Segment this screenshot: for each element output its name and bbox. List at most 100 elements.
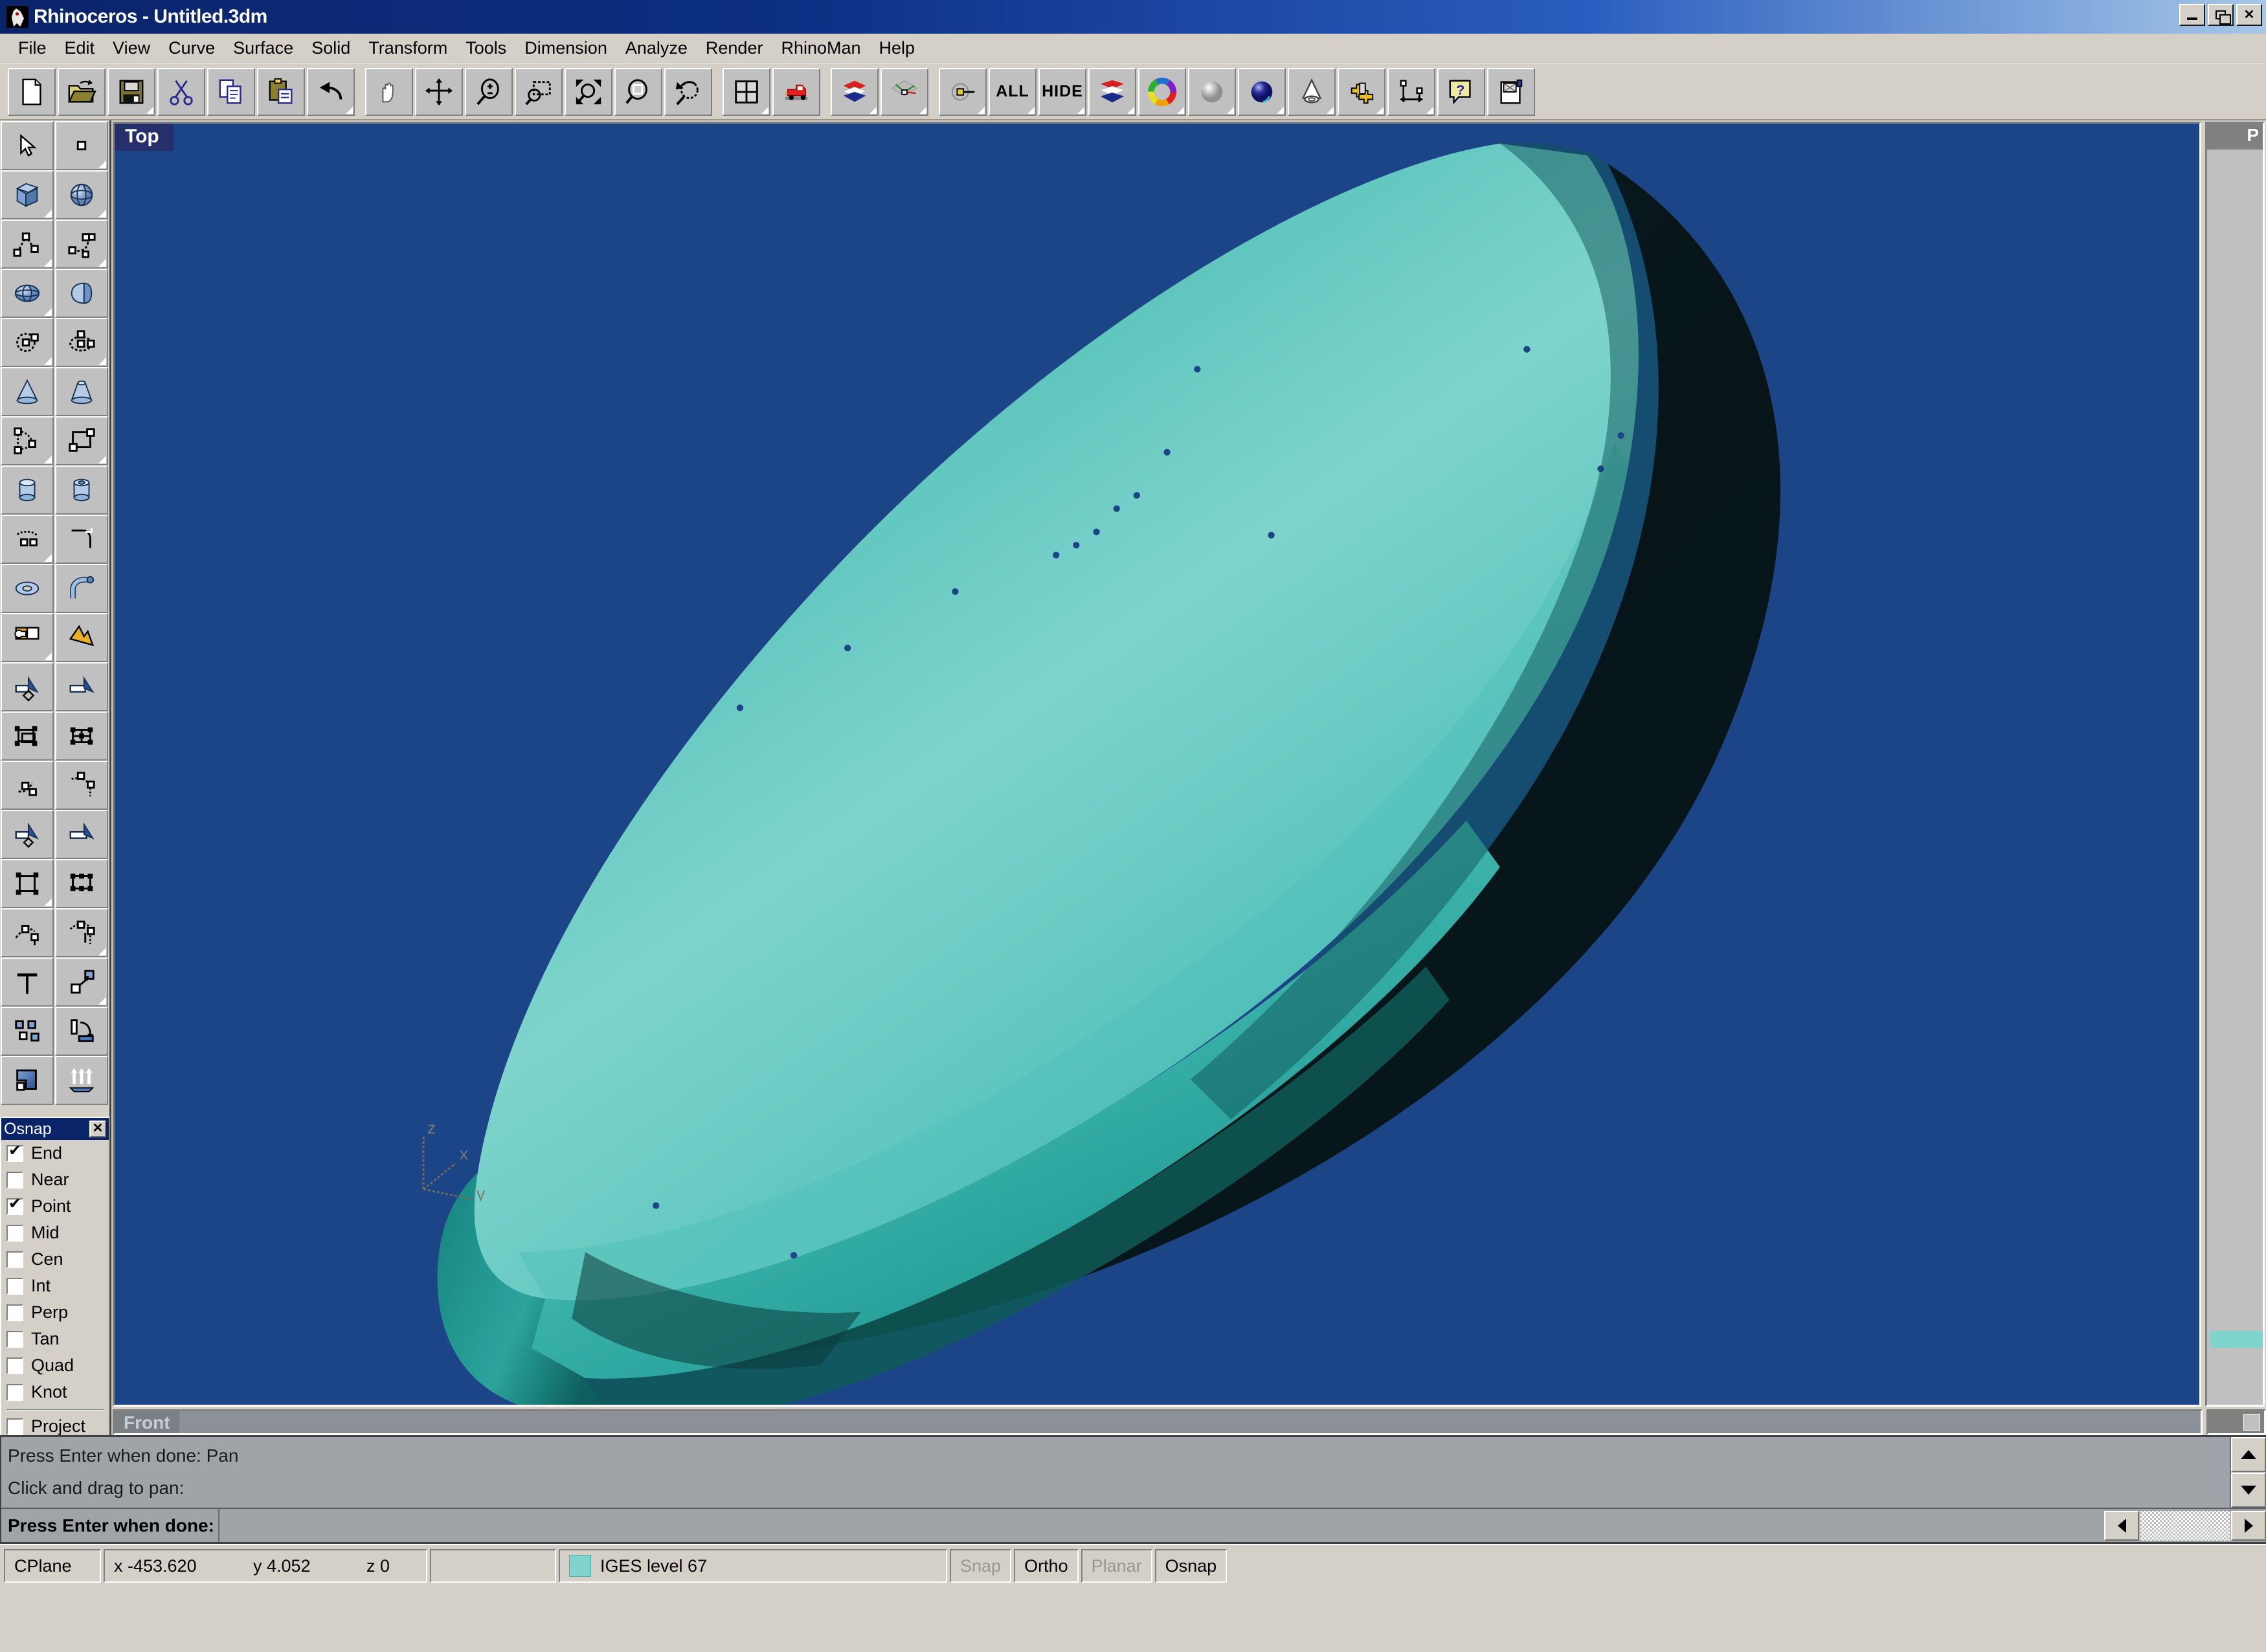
osnap-checkbox-mid[interactable] bbox=[6, 1225, 23, 1242]
osnap-checkbox-near[interactable] bbox=[6, 1172, 23, 1189]
viewport-perspective-canvas[interactable] bbox=[2207, 150, 2263, 1405]
left-tool-sphere-icon[interactable] bbox=[55, 170, 108, 219]
command-input[interactable] bbox=[218, 1509, 2104, 1542]
flyout-arrow-icon[interactable] bbox=[98, 456, 106, 463]
toolbar-button-zoom-dynamic-icon[interactable] bbox=[415, 68, 463, 116]
left-tool-trim-icon[interactable] bbox=[55, 810, 108, 859]
osnap-row-near[interactable]: Near bbox=[1, 1166, 109, 1193]
left-tool-curve-edit-icon[interactable] bbox=[1, 908, 54, 957]
left-tool-surface-from-curves-icon[interactable] bbox=[1, 613, 54, 662]
left-tool-group-icon[interactable] bbox=[1, 859, 54, 908]
osnap-checkbox-knot[interactable] bbox=[6, 1384, 23, 1401]
osnap-row-end[interactable]: End bbox=[1, 1140, 109, 1166]
osnap-row-cen[interactable]: Cen bbox=[1, 1246, 109, 1273]
osnap-row-mid[interactable]: Mid bbox=[1, 1220, 109, 1246]
left-tool-box-icon[interactable] bbox=[1, 170, 54, 219]
status-toggle-planar[interactable]: Planar bbox=[1081, 1549, 1152, 1583]
menu-item-analyze[interactable]: Analyze bbox=[616, 36, 697, 61]
flyout-arrow-icon[interactable] bbox=[44, 653, 52, 660]
left-tool-fillet-icon[interactable] bbox=[55, 515, 108, 564]
flyout-arrow-icon[interactable] bbox=[761, 107, 768, 114]
viewport-front[interactable]: Front bbox=[113, 1409, 2203, 1435]
flyout-arrow-icon[interactable] bbox=[44, 210, 52, 218]
toolbar-button-notes-icon[interactable] bbox=[1487, 68, 1535, 116]
flyout-arrow-icon[interactable] bbox=[98, 210, 106, 218]
menu-item-curve[interactable]: Curve bbox=[159, 36, 224, 61]
flyout-arrow-icon[interactable] bbox=[1376, 107, 1384, 114]
viewport-label-front[interactable]: Front bbox=[115, 1411, 179, 1434]
viewport-resize-corner[interactable] bbox=[2206, 1409, 2266, 1435]
toolbar-button-four-viewport-icon[interactable] bbox=[723, 68, 770, 116]
toolbar-button-select-object-icon[interactable] bbox=[939, 68, 987, 116]
toolbar-button-help-icon[interactable]: ? bbox=[1437, 68, 1485, 116]
toolbar-button-render-sphere-blue-icon[interactable] bbox=[1238, 68, 1286, 116]
flyout-arrow-icon[interactable] bbox=[44, 259, 52, 267]
left-tool-rotate-icon[interactable] bbox=[55, 1007, 108, 1056]
left-tool-rectangle-icon[interactable] bbox=[55, 416, 108, 465]
osnap-checkbox-cen[interactable] bbox=[6, 1251, 23, 1268]
scroll-left-arrow-icon[interactable] bbox=[2104, 1511, 2139, 1541]
left-tool-ellipse-icon[interactable] bbox=[55, 318, 108, 367]
osnap-checkbox-perp[interactable] bbox=[6, 1304, 23, 1321]
command-history-scrollbar[interactable] bbox=[2230, 1437, 2266, 1508]
left-tool-cone-icon[interactable] bbox=[1, 367, 54, 416]
menu-item-tools[interactable]: Tools bbox=[456, 36, 515, 61]
flyout-arrow-icon[interactable] bbox=[346, 107, 353, 114]
toolbar-button-zoom-in-out-icon[interactable] bbox=[465, 68, 513, 116]
scroll-down-arrow-icon[interactable] bbox=[2231, 1473, 2266, 1508]
left-tool-extrude-icon[interactable] bbox=[55, 1056, 108, 1105]
close-button[interactable]: ✕ bbox=[2236, 4, 2262, 26]
left-tool-polyline-icon[interactable] bbox=[1, 219, 54, 269]
flyout-arrow-icon[interactable] bbox=[44, 899, 52, 906]
left-tool-ellipsoid-icon[interactable] bbox=[1, 269, 54, 318]
scroll-up-arrow-icon[interactable] bbox=[2231, 1437, 2266, 1472]
menu-item-surface[interactable]: Surface bbox=[224, 36, 302, 61]
status-cplane[interactable]: CPlane bbox=[4, 1549, 101, 1583]
left-tool-split-icon[interactable] bbox=[1, 810, 54, 859]
left-tool-circle-icon[interactable] bbox=[1, 318, 54, 367]
flyout-arrow-icon[interactable] bbox=[919, 107, 926, 114]
toolbar-button-copy-icon[interactable] bbox=[207, 68, 255, 116]
flyout-arrow-icon[interactable] bbox=[1426, 107, 1433, 114]
status-toggle-ortho[interactable]: Ortho bbox=[1014, 1549, 1079, 1583]
flyout-arrow-icon[interactable] bbox=[98, 948, 106, 955]
left-tool-curve-icon[interactable] bbox=[55, 219, 108, 269]
osnap-row-knot[interactable]: Knot bbox=[1, 1379, 109, 1405]
flyout-arrow-icon[interactable] bbox=[44, 456, 52, 463]
left-tool-solid-box-icon[interactable] bbox=[1, 662, 54, 711]
toolbar-button-zoom-window-icon[interactable] bbox=[515, 68, 563, 116]
flyout-arrow-icon[interactable] bbox=[869, 107, 877, 114]
osnap-row-tan[interactable]: Tan bbox=[1, 1326, 109, 1352]
viewport-top-canvas[interactable] bbox=[115, 124, 2199, 1405]
flyout-arrow-icon[interactable] bbox=[978, 107, 985, 114]
menu-item-help[interactable]: Help bbox=[870, 36, 925, 61]
toolbar-button-paste-icon[interactable] bbox=[257, 68, 305, 116]
left-tool-torus-icon[interactable] bbox=[1, 564, 54, 613]
left-tool-cylinder-icon[interactable] bbox=[1, 465, 54, 515]
left-tool-mesh-tools-icon[interactable] bbox=[55, 711, 108, 761]
left-tool-select-arrow-icon[interactable] bbox=[1, 121, 54, 170]
osnap-row-quad[interactable]: Quad bbox=[1, 1352, 109, 1379]
minimize-button[interactable] bbox=[2179, 4, 2205, 26]
left-tool-control-points-icon[interactable] bbox=[55, 859, 108, 908]
flyout-arrow-icon[interactable] bbox=[98, 161, 106, 168]
menu-item-view[interactable]: View bbox=[104, 36, 159, 61]
menu-item-rhinoman[interactable]: RhinoMan bbox=[772, 36, 869, 61]
flyout-arrow-icon[interactable] bbox=[98, 357, 106, 365]
toolbar-button-zoom-selected-icon[interactable] bbox=[614, 68, 662, 116]
flyout-arrow-icon[interactable] bbox=[44, 357, 52, 365]
menu-item-render[interactable]: Render bbox=[697, 36, 772, 61]
toolbar-button-cut-icon[interactable] bbox=[157, 68, 205, 116]
menu-item-edit[interactable]: Edit bbox=[56, 36, 104, 61]
menu-item-dimension[interactable]: Dimension bbox=[515, 36, 616, 61]
flyout-arrow-icon[interactable] bbox=[1327, 107, 1334, 114]
left-tool-text-icon[interactable] bbox=[1, 957, 54, 1007]
restore-button[interactable] bbox=[2208, 4, 2234, 26]
left-tool-transform-icon[interactable] bbox=[55, 957, 108, 1007]
flyout-arrow-icon[interactable] bbox=[44, 308, 52, 316]
left-tool-mesh-icon[interactable] bbox=[1, 711, 54, 761]
osnap-close-icon[interactable]: ✕ bbox=[89, 1121, 106, 1137]
osnap-row-int[interactable]: Int bbox=[1, 1273, 109, 1299]
left-tool-conic-icon[interactable] bbox=[1, 515, 54, 564]
toolbar-button-hide-objects-icon[interactable]: HIDE bbox=[1038, 68, 1086, 116]
